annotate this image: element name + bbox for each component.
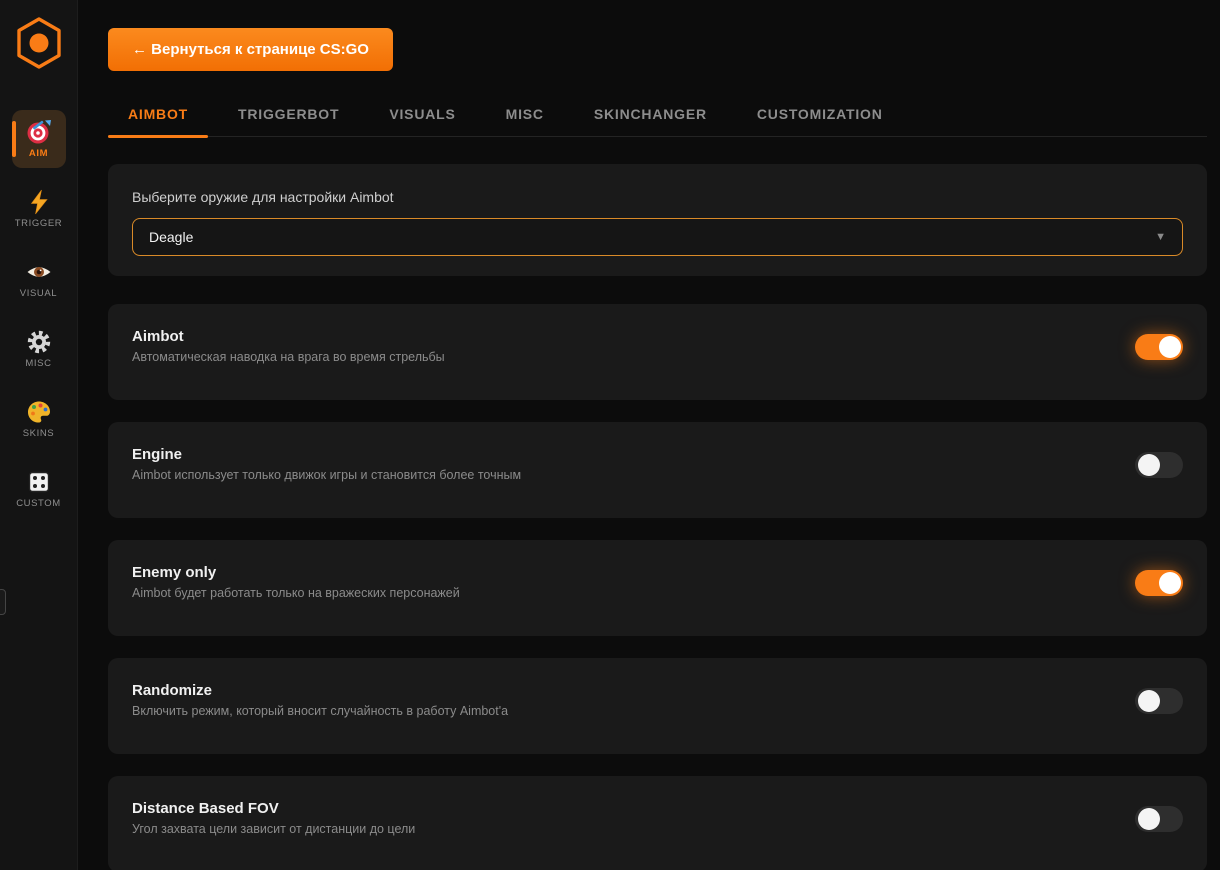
aimbot-toggle[interactable]: [1135, 334, 1183, 360]
sidebar-item-trigger[interactable]: TRIGGER: [12, 180, 66, 238]
sidebar-item-visual[interactable]: VISUAL: [12, 250, 66, 308]
sidebar-item-label: TRIGGER: [15, 218, 62, 229]
toggle-knob: [1138, 690, 1160, 712]
setting-description: Угол захвата цели зависит от дистанции д…: [132, 822, 1183, 836]
sidebar-item-label: AIM: [29, 148, 48, 159]
setting-description: Включить режим, который вносит случайнос…: [132, 704, 1183, 718]
sidebar-item-aim[interactable]: AIM: [12, 110, 66, 168]
setting-card-engine: Engine Aimbot использует только движок и…: [108, 422, 1207, 518]
sidebar: AIM TRIGGER VISUAL MISC: [0, 0, 78, 870]
weapon-select[interactable]: Deagle ▼: [132, 218, 1183, 256]
tab-bar: AIMBOT TRIGGERBOT VISUALS MISC SKINCHANG…: [108, 94, 1207, 137]
hexagon-dot-logo-icon: [14, 15, 64, 71]
dice-icon: [26, 469, 52, 495]
tab-customization[interactable]: CUSTOMIZATION: [737, 94, 903, 136]
setting-description: Aimbot использует только движок игры и с…: [132, 468, 1183, 482]
setting-card-randomize: Randomize Включить режим, который вносит…: [108, 658, 1207, 754]
setting-title: Distance Based FOV: [132, 800, 1183, 817]
toggle-knob: [1138, 808, 1160, 830]
tab-triggerbot[interactable]: TRIGGERBOT: [218, 94, 359, 136]
tab-visuals[interactable]: VISUALS: [369, 94, 475, 136]
distance-based-fov-toggle[interactable]: [1135, 806, 1183, 832]
weapon-select-label: Выберите оружие для настройки Aimbot: [132, 189, 1183, 205]
setting-description: Автоматическая наводка на врага во время…: [132, 350, 1183, 364]
eye-icon: [26, 259, 52, 285]
sidebar-item-label: VISUAL: [20, 288, 57, 299]
chevron-down-icon: ▼: [1155, 231, 1166, 243]
sidebar-item-custom[interactable]: CUSTOM: [12, 460, 66, 518]
sidebar-item-label: CUSTOM: [16, 498, 61, 509]
weapon-select-card: Выберите оружие для настройки Aimbot Dea…: [108, 164, 1207, 276]
tab-aimbot[interactable]: AIMBOT: [108, 94, 208, 136]
setting-card-distance-based-fov: Distance Based FOV Угол захвата цели зав…: [108, 776, 1207, 870]
engine-toggle[interactable]: [1135, 452, 1183, 478]
sidebar-item-label: SKINS: [23, 428, 55, 439]
sidebar-item-label: MISC: [25, 358, 51, 369]
setting-title: Enemy only: [132, 564, 1183, 581]
setting-title: Aimbot: [132, 328, 1183, 345]
tab-skinchanger[interactable]: SKINCHANGER: [574, 94, 727, 136]
lightning-icon: [26, 189, 52, 215]
back-to-csgo-button[interactable]: ← Вернуться к странице CS:GO: [108, 28, 393, 71]
gear-icon: [26, 329, 52, 355]
palette-icon: [26, 399, 52, 425]
sidebar-item-misc[interactable]: MISC: [12, 320, 66, 378]
setting-title: Randomize: [132, 682, 1183, 699]
sidebar-item-skins[interactable]: SKINS: [12, 390, 66, 448]
setting-title: Engine: [132, 446, 1183, 463]
tab-misc[interactable]: MISC: [486, 94, 564, 136]
toggle-knob: [1159, 336, 1181, 358]
setting-description: Aimbot будет работать только на вражески…: [132, 586, 1183, 600]
randomize-toggle[interactable]: [1135, 688, 1183, 714]
app-logo[interactable]: [13, 14, 65, 72]
enemy-only-toggle[interactable]: [1135, 570, 1183, 596]
setting-card-enemy-only: Enemy only Aimbot будет работать только …: [108, 540, 1207, 636]
weapon-select-value: Deagle: [149, 229, 1155, 245]
dart-target-icon: [26, 119, 52, 145]
setting-card-aimbot: Aimbot Автоматическая наводка на врага в…: [108, 304, 1207, 400]
toggle-knob: [1138, 454, 1160, 476]
toggle-knob: [1159, 572, 1181, 594]
sidebar-nav: AIM TRIGGER VISUAL MISC: [12, 110, 66, 530]
main-content: ← Вернуться к странице CS:GO AIMBOT TRIG…: [78, 0, 1220, 870]
edge-scroll-handle[interactable]: [0, 589, 6, 615]
